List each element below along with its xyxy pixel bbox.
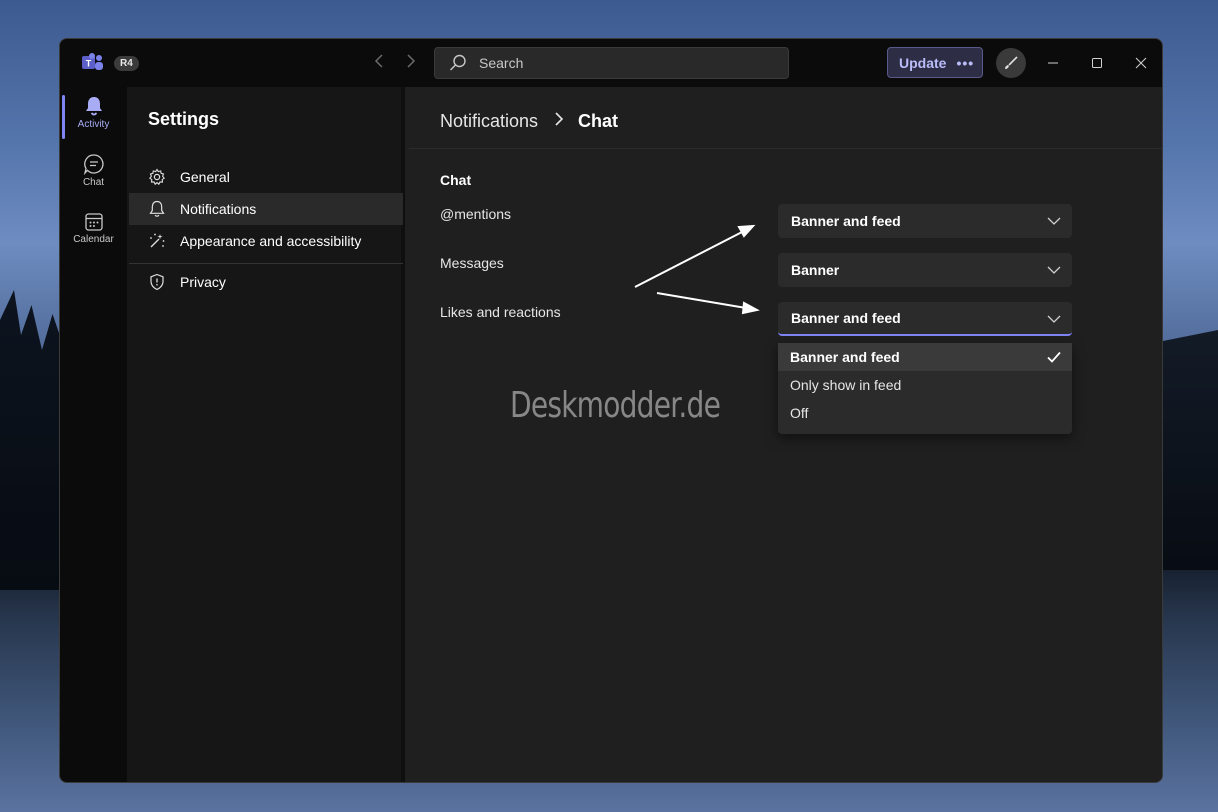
settings-item-appearance-row[interactable]: Appearance and accessibility <box>129 225 403 257</box>
search-placeholder: Search <box>479 55 524 71</box>
watermark-text: Deskmodder.de <box>510 385 721 426</box>
dropdown-value: Banner <box>791 262 840 278</box>
gear-icon <box>148 168 166 186</box>
dropdown-value: Banner and feed <box>791 310 901 326</box>
section-title: Chat <box>440 172 472 188</box>
breadcrumb-separator-icon <box>554 111 564 132</box>
rail-label: Activity <box>77 119 110 130</box>
update-button[interactable]: Update ••• <box>887 47 983 78</box>
avatar[interactable] <box>996 48 1026 78</box>
checkmark-icon <box>1047 351 1061 363</box>
row-label-messages: Messages <box>440 255 504 271</box>
breadcrumb-current: Chat <box>578 111 619 131</box>
teams-window: T R4 Search Update ••• Activity Chat Cal… <box>59 38 1163 783</box>
settings-title: Settings <box>148 109 220 129</box>
menu-option-banner-and-feed[interactable]: Banner and feed <box>778 343 1072 371</box>
close-icon[interactable] <box>1130 52 1152 74</box>
settings-item-label: General <box>180 169 230 185</box>
bell-icon <box>149 200 165 217</box>
search-icon <box>450 54 466 71</box>
minimize-icon[interactable] <box>1042 52 1064 74</box>
rail-label: Calendar <box>73 234 114 245</box>
calendar-icon <box>84 213 103 231</box>
chevron-down-icon <box>1047 315 1061 323</box>
rail-item-activity[interactable]: Activity <box>60 91 127 143</box>
menu-option-label: Only show in feed <box>790 377 902 393</box>
settings-divider <box>129 263 403 264</box>
main-content: Notifications Chat Chat @mentions Banner… <box>409 87 1162 782</box>
magic-wand-icon <box>150 233 165 248</box>
chat-icon <box>83 154 104 175</box>
menu-option-label: Off <box>790 405 809 421</box>
settings-item-label: Privacy <box>180 274 226 290</box>
settings-item-label: Appearance and accessibility <box>180 233 362 249</box>
titlebar: T R4 Search Update ••• <box>60 39 1162 87</box>
search-input[interactable]: Search <box>434 47 789 79</box>
rail-label: Chat <box>82 177 105 188</box>
bell-icon <box>85 97 102 116</box>
row-label-likes: Likes and reactions <box>440 304 561 320</box>
likes-dropdown[interactable]: Banner and feed <box>778 302 1072 336</box>
breadcrumb-parent[interactable]: Notifications <box>440 111 538 132</box>
settings-item-label: Notifications <box>180 201 257 217</box>
forward-arrow-icon[interactable] <box>401 53 421 73</box>
svg-text:T: T <box>86 59 92 69</box>
settings-pane: Settings General Notifications Appearanc… <box>127 87 405 782</box>
maximize-icon[interactable] <box>1086 52 1108 74</box>
breadcrumb: Notifications Chat <box>440 111 618 132</box>
dropdown-menu: Banner and feed Only show in feed Off <box>778 343 1072 434</box>
paintbrush-icon <box>1005 56 1018 69</box>
back-arrow-icon[interactable] <box>369 53 389 73</box>
more-options-icon[interactable]: ••• <box>956 55 974 71</box>
dropdown-value: Banner and feed <box>791 213 901 229</box>
chevron-down-icon <box>1047 266 1061 274</box>
settings-item-privacy[interactable]: Privacy <box>129 266 403 298</box>
chevron-down-icon <box>1047 217 1061 225</box>
rail-item-calendar[interactable]: Calendar <box>60 206 127 258</box>
update-label: Update <box>899 54 947 71</box>
messages-dropdown[interactable]: Banner <box>778 253 1072 287</box>
menu-option-label: Banner and feed <box>790 349 900 365</box>
settings-item-general[interactable]: General <box>129 161 403 193</box>
background-hills-right <box>1158 330 1218 570</box>
shield-icon <box>150 273 164 291</box>
mentions-dropdown[interactable]: Banner and feed <box>778 204 1072 238</box>
ring-badge: R4 <box>114 56 139 71</box>
menu-option-only-show-in-feed[interactable]: Only show in feed <box>778 371 1072 399</box>
teams-logo-icon: T <box>82 53 103 70</box>
settings-item-notifications-row[interactable]: Notifications <box>129 193 403 225</box>
rail-item-chat[interactable]: Chat <box>60 149 127 201</box>
header-divider <box>409 148 1162 149</box>
app-rail: Activity Chat Calendar <box>60 87 127 782</box>
watermark: Deskmodder.de <box>510 385 721 426</box>
menu-option-off[interactable]: Off <box>778 399 1072 427</box>
row-label-mentions: @mentions <box>440 206 512 222</box>
